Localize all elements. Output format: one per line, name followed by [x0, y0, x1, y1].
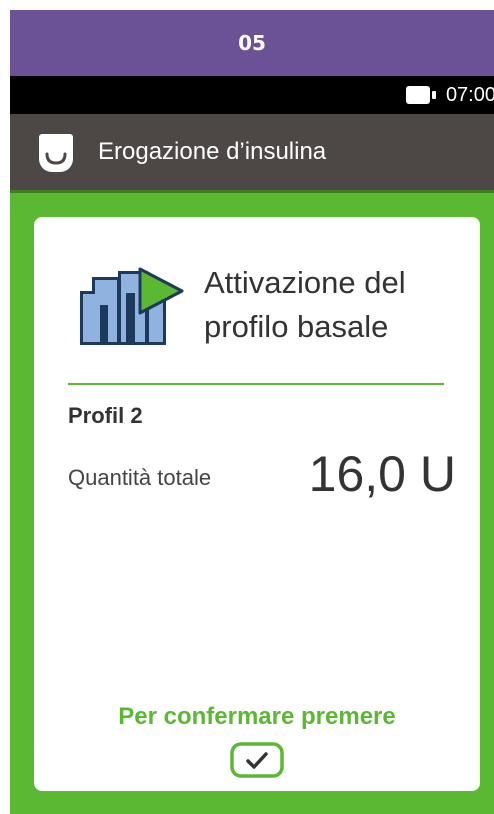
status-bar: 07:00 — [10, 76, 494, 114]
step-number: 05 — [238, 31, 266, 55]
insulin-pump-icon — [39, 134, 73, 172]
content-area: Attivazione del profilo basale Profil 2 … — [10, 190, 494, 814]
basal-profile-activate-icon — [80, 267, 184, 345]
header-title: Erogazione d’insulina — [98, 138, 327, 165]
confirm-instruction: Per confermare premere — [118, 703, 396, 730]
profile-name: Profil 2 — [68, 403, 143, 428]
divider — [68, 383, 444, 385]
card-title: Attivazione del profilo basale — [204, 265, 406, 344]
step-number-bar: 05 — [10, 10, 494, 76]
total-quantity-value: 16,0 U — [308, 446, 456, 502]
total-quantity-label: Quantità totale — [68, 465, 212, 490]
check-button-icon[interactable] — [230, 742, 284, 778]
screen-header: Erogazione d’insulina — [10, 114, 494, 190]
device-screen: 05 07:00 Erogazione d’insulina Attivazio… — [10, 10, 494, 814]
confirmation-card: Attivazione del profilo basale Profil 2 … — [34, 217, 480, 791]
battery-icon — [405, 86, 436, 104]
clock-time: 07:00 — [445, 83, 494, 106]
